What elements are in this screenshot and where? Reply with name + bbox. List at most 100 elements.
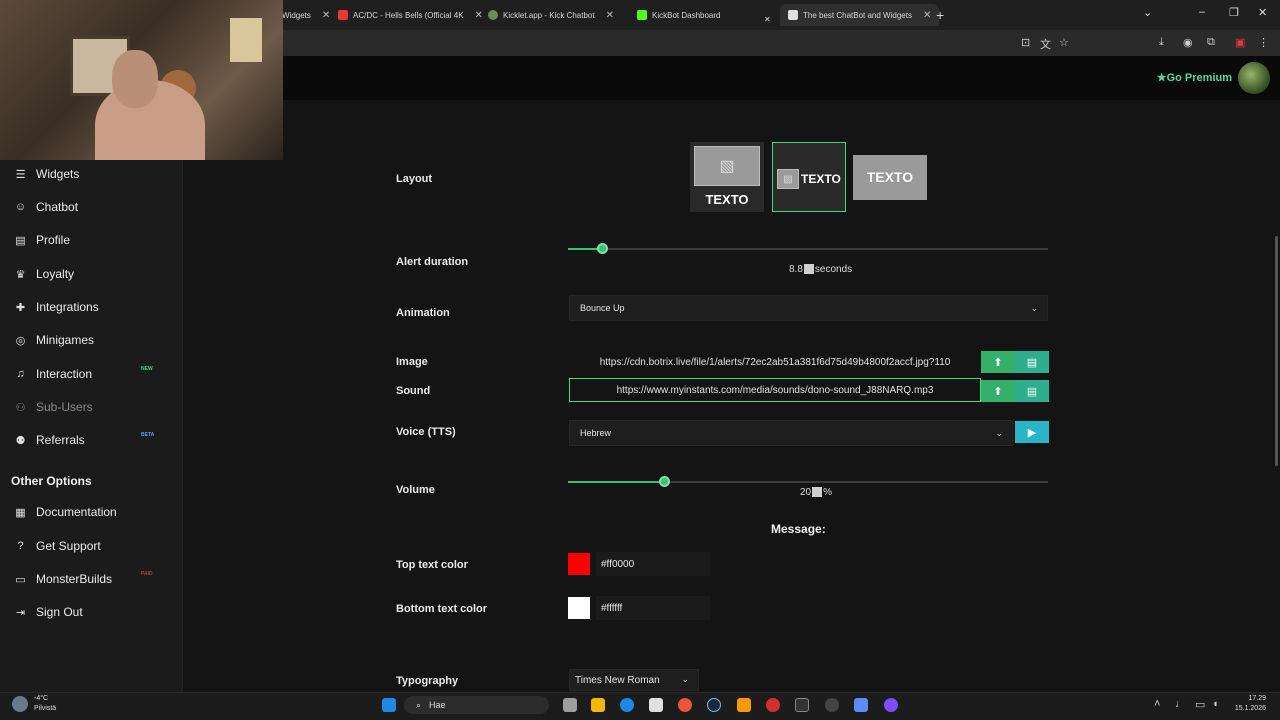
- sidebar-item-loyalty[interactable]: ♛ Loyalty: [14, 267, 74, 281]
- bookmark-star-icon[interactable]: ☆: [1059, 36, 1069, 49]
- browser-tab[interactable]: KickBot Dashboard: [637, 4, 720, 26]
- sound-gallery-button[interactable]: ▤: [1015, 380, 1049, 402]
- bottom-color-swatch[interactable]: [568, 597, 590, 619]
- maximize-icon[interactable]: ❐: [1229, 6, 1239, 19]
- browser-tab[interactable]: Widgets ✕: [282, 4, 330, 26]
- sidebar-item-integrations[interactable]: ✚ Integrations: [14, 300, 99, 314]
- upload-image-button[interactable]: ⬆: [981, 351, 1015, 373]
- opera-icon[interactable]: [766, 698, 780, 712]
- steam-icon[interactable]: [707, 698, 721, 712]
- store-icon[interactable]: [649, 698, 663, 712]
- page-scrollbar[interactable]: [1275, 236, 1278, 466]
- sound-url-input[interactable]: https://www.myinstants.com/media/sounds/…: [569, 378, 981, 402]
- image-url-input[interactable]: https://cdn.botrix.live/file/1/alerts/72…: [569, 350, 981, 374]
- chevron-down-icon: ⌄: [995, 428, 1003, 438]
- layout-option-stacked[interactable]: ▧ TEXTO: [690, 142, 764, 212]
- sidebar-item-sub-users[interactable]: ⚇ Sub-Users: [14, 400, 93, 414]
- menu-dots-icon[interactable]: ⋮: [1258, 36, 1269, 49]
- close-icon[interactable]: ✕: [764, 8, 771, 30]
- discord-icon[interactable]: [884, 698, 898, 712]
- network-icon[interactable]: ▭: [1195, 698, 1205, 711]
- voice-value: Hebrew: [580, 428, 612, 438]
- app-icon[interactable]: [854, 698, 868, 712]
- sidebar-item-chatbot[interactable]: ☺ Chatbot: [14, 200, 78, 214]
- typography-select[interactable]: Times New Roman ⌄: [569, 669, 699, 691]
- tts-play-button[interactable]: ▶: [1015, 421, 1049, 443]
- upload-sound-button[interactable]: ⬆: [981, 380, 1015, 402]
- layout-option-overlay[interactable]: TEXTO: [853, 155, 927, 200]
- chevron-down-icon: ⌄: [1030, 303, 1038, 313]
- weather-widget[interactable]: -4°C Pilvistä: [34, 694, 56, 714]
- image-gallery-button[interactable]: ▤: [1015, 351, 1049, 373]
- extension-red-icon[interactable]: ▣: [1235, 36, 1245, 49]
- sidebar-item-monsterbuilds[interactable]: ▭ MonsterBuilds: [14, 572, 112, 586]
- layout-label: Layout: [396, 173, 433, 185]
- account-icon[interactable]: ◉: [1183, 36, 1193, 49]
- tray-chevron-up-icon[interactable]: ˄: [1154, 698, 1160, 710]
- kickbot-icon: [637, 10, 647, 20]
- sidebar-item-minigames[interactable]: ◎ Minigames: [14, 333, 94, 347]
- sidebar-item-label: Minigames: [36, 333, 95, 347]
- edge-icon[interactable]: [620, 698, 634, 712]
- sidebar-item-get-support[interactable]: ? Get Support: [14, 539, 100, 553]
- tab-list-chevron-icon[interactable]: ⌄: [1143, 6, 1152, 19]
- sidebar-item-profile[interactable]: ▤ Profile: [14, 233, 70, 247]
- browser-tab-active[interactable]: The best ChatBot and Widgets ✕: [780, 4, 940, 26]
- taskbar-search[interactable]: ⌕ Hae: [404, 696, 549, 714]
- task-view-icon[interactable]: [563, 698, 577, 712]
- monitor-icon: ▭: [15, 573, 26, 586]
- top-color-input[interactable]: #ff0000: [596, 552, 710, 576]
- browser-tab[interactable]: Kicklet.app - Kick Chatbot ✕: [488, 4, 614, 26]
- terminal-icon[interactable]: [795, 698, 809, 712]
- typography-label: Typography: [396, 675, 459, 687]
- minimize-icon[interactable]: –: [1199, 6, 1205, 18]
- close-icon[interactable]: ✕: [322, 10, 330, 21]
- wall-frame: [230, 18, 262, 62]
- spinner-icon[interactable]: [803, 264, 814, 275]
- vlc-icon[interactable]: [737, 698, 751, 712]
- animation-select[interactable]: Bounce Up ⌄: [569, 295, 1048, 321]
- spinner-icon[interactable]: [812, 487, 823, 498]
- bottom-color-input[interactable]: #ffffff: [596, 596, 710, 620]
- brave-icon[interactable]: [678, 698, 692, 712]
- layers-icon: ☰: [15, 168, 26, 181]
- browser-tab[interactable]: AC/DC - Hells Bells (Official 4K ✕: [338, 4, 483, 26]
- paid-badge: PAID: [141, 571, 153, 577]
- sidebar-item-widgets[interactable]: ☰ Widgets: [14, 167, 80, 181]
- sidebar-item-interaction[interactable]: ♫ Interaction: [14, 367, 92, 381]
- duration-number: 8.8: [789, 264, 803, 275]
- alert-duration-track[interactable]: [568, 248, 1048, 250]
- trophy-icon: ♛: [15, 268, 26, 281]
- sidebar-item-documentation[interactable]: ▦ Documentation: [14, 505, 116, 519]
- file-explorer-icon[interactable]: [591, 698, 605, 712]
- volume-icon[interactable]: ◖: [1212, 698, 1219, 710]
- volume-knob[interactable]: [659, 476, 670, 487]
- close-icon[interactable]: ✕: [475, 10, 483, 21]
- sound-label: Sound: [396, 385, 431, 397]
- windows-start-icon[interactable]: [382, 698, 396, 712]
- top-color-swatch[interactable]: [568, 553, 590, 575]
- sidebar-item-referrals[interactable]: ⚉ Referrals: [14, 433, 85, 447]
- taskbar-clock[interactable]: 17.29 15.1.2026: [1235, 694, 1266, 714]
- avatar[interactable]: [1238, 62, 1270, 94]
- close-icon[interactable]: ✕: [606, 10, 614, 21]
- youtube-icon: [338, 10, 348, 20]
- close-icon[interactable]: ✕: [923, 10, 931, 21]
- gallery-icon: ▤: [1026, 356, 1038, 369]
- sidebar-item-sign-out[interactable]: ⇥ Sign Out: [14, 605, 83, 619]
- settings-gear-icon[interactable]: [825, 698, 839, 712]
- voice-select[interactable]: Hebrew ⌄: [569, 420, 1013, 446]
- translate-icon[interactable]: 文: [1040, 36, 1051, 52]
- go-premium-button[interactable]: ★Go Premium: [1157, 71, 1232, 84]
- layout-option-side[interactable]: ▧ TEXTO: [772, 142, 846, 212]
- sidebar-item-label: Widgets: [36, 167, 80, 181]
- install-app-icon[interactable]: ⊡: [1021, 36, 1030, 49]
- alert-duration-knob[interactable]: [597, 243, 608, 254]
- microphone-icon[interactable]: ♩: [1175, 698, 1186, 710]
- extensions-icon[interactable]: ⧉: [1207, 36, 1215, 49]
- weather-icon[interactable]: [12, 696, 28, 712]
- download-icon[interactable]: ⤓: [1159, 36, 1164, 49]
- window-close-icon[interactable]: ✕: [1258, 6, 1267, 19]
- new-tab-button[interactable]: +: [936, 4, 944, 26]
- layout-option-text: TEXTO: [801, 172, 841, 186]
